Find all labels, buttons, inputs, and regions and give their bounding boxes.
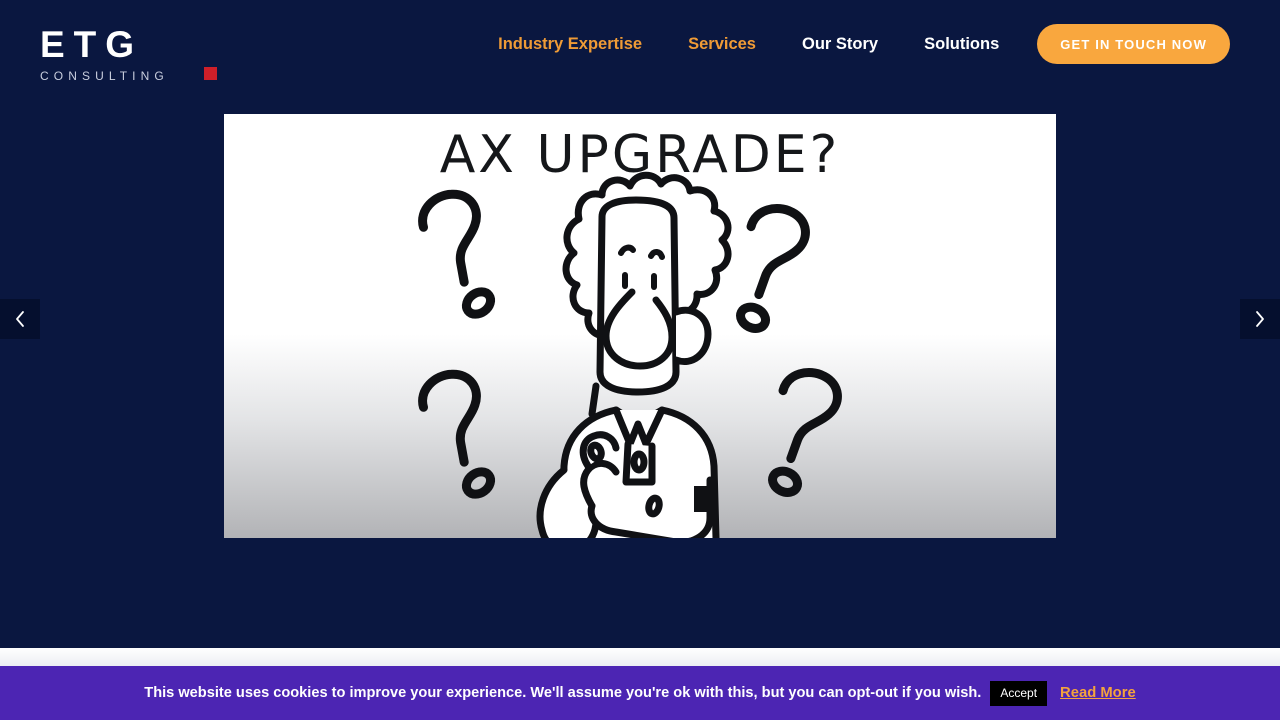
carousel-prev-button[interactable] (0, 299, 40, 339)
carousel-slide[interactable]: AX UPGRADE? (224, 114, 1056, 538)
slide-illustration: AX UPGRADE? (224, 114, 1056, 538)
nav-item-services[interactable]: Services (665, 26, 779, 62)
chevron-right-icon (1252, 309, 1268, 329)
chevron-left-icon (12, 309, 28, 329)
nav-item-our-story[interactable]: Our Story (779, 26, 901, 62)
logo-red-square-icon (204, 67, 217, 80)
site-logo[interactable]: ETG CONSULTING (40, 26, 240, 88)
get-in-touch-button[interactable]: GET IN TOUCH NOW (1037, 24, 1230, 64)
cookie-message-text: This website uses cookies to improve you… (144, 685, 982, 701)
nav-item-industry-expertise[interactable]: Industry Expertise (475, 26, 665, 62)
carousel-next-button[interactable] (1240, 299, 1280, 339)
cookie-accept-button[interactable]: Accept (990, 680, 1048, 706)
main-navigation: Industry Expertise Services Our Story So… (475, 24, 1230, 64)
hero-carousel: AX UPGRADE? (0, 104, 1280, 648)
cookie-read-more-link[interactable]: Read More (1060, 685, 1136, 701)
cookie-consent-banner: This website uses cookies to improve you… (0, 666, 1280, 720)
nav-item-solutions[interactable]: Solutions (901, 26, 1022, 62)
logo-primary-text: ETG (40, 24, 144, 65)
page-root: ETG CONSULTING Industry Expertise Servic… (0, 0, 1280, 720)
site-header: ETG CONSULTING Industry Expertise Servic… (0, 0, 1280, 104)
content-separator-band (0, 648, 1280, 666)
